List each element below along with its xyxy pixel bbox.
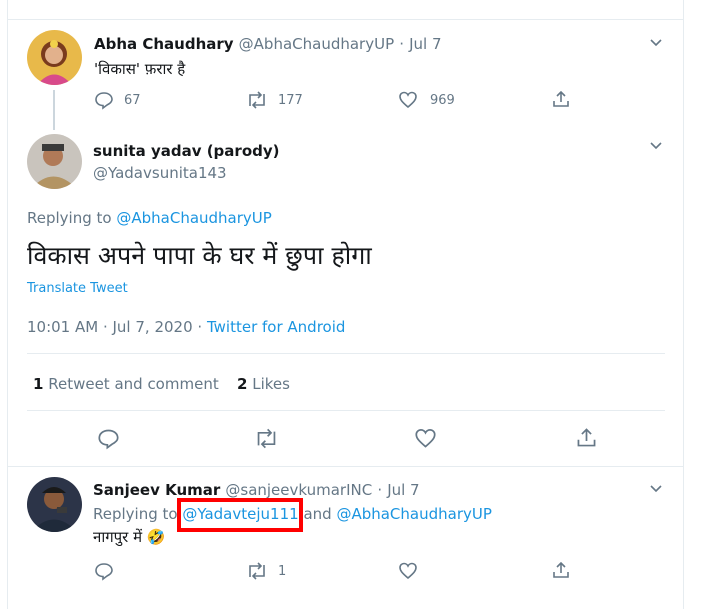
- stats-top-divider: [27, 353, 665, 354]
- retweet-icon[interactable]: [254, 427, 279, 450]
- retweet-stat[interactable]: 1 Retweet and comment: [33, 374, 219, 394]
- reply-date[interactable]: Jul 7: [387, 481, 419, 499]
- retweet-icon[interactable]: [246, 561, 268, 581]
- translate-tweet-link[interactable]: Translate Tweet: [27, 280, 128, 298]
- retweet-stat-count: 1: [33, 375, 44, 393]
- avatar-sunita[interactable]: [27, 134, 82, 189]
- reply-author-name[interactable]: Sanjeev Kumar: [93, 481, 220, 499]
- main-tweet-text: विकास अपने पापा के घर में छुपा होगा: [27, 241, 372, 270]
- reply-replying-to-label: Replying to: [93, 505, 178, 523]
- chevron-down-icon[interactable]: [648, 481, 664, 497]
- replying-to-label: Replying to: [27, 209, 112, 227]
- tweet1-text: 'विकास' फ़रार है: [94, 60, 186, 78]
- meta-sep: ·: [197, 318, 203, 336]
- tweet1-sep: ·: [399, 35, 404, 53]
- main-author-name[interactable]: sunita yadav (parody): [93, 140, 280, 162]
- chevron-down-icon[interactable]: [648, 138, 664, 154]
- tweet1-header: Abha Chaudhary @AbhaChaudharyUP · Jul 7: [94, 33, 442, 55]
- retweet-icon[interactable]: [246, 90, 268, 110]
- tweet1-author-handle[interactable]: @AbhaChaudharyUP: [239, 35, 394, 53]
- chevron-down-icon[interactable]: [648, 35, 664, 51]
- source-link[interactable]: Twitter for Android: [207, 318, 345, 336]
- tweet1-date[interactable]: Jul 7: [409, 35, 441, 53]
- avatar-sanjeev[interactable]: [27, 477, 82, 532]
- avatar-abha[interactable]: [27, 30, 82, 85]
- main-replying-to: Replying to @AbhaChaudharyUP: [27, 207, 272, 229]
- like-stat-count: 2: [237, 375, 248, 393]
- replying-to-handle[interactable]: @AbhaChaudharyUP: [116, 209, 271, 227]
- tweet1-reply-count: 67: [124, 93, 141, 108]
- share-icon[interactable]: [551, 89, 571, 109]
- share-icon[interactable]: [551, 560, 571, 580]
- tweet1-retweet-count: 177: [278, 93, 303, 108]
- reply-icon[interactable]: [94, 561, 114, 581]
- share-icon[interactable]: [575, 426, 598, 449]
- reply-retweet-count: 1: [278, 564, 287, 579]
- like-stat[interactable]: 2 Likes: [237, 374, 290, 394]
- main-tweet-meta: 10:01 AM · Jul 7, 2020 · Twitter for And…: [27, 316, 345, 338]
- main-author-handle[interactable]: @Yadavsunita143: [93, 162, 227, 184]
- reply-icon[interactable]: [94, 90, 114, 110]
- reply-text: नागपुर में 🤣: [93, 528, 166, 546]
- reply-author-handle[interactable]: @sanjeevkumarINC: [225, 481, 372, 499]
- retweet-stat-label: Retweet and comment: [48, 375, 219, 393]
- heart-icon[interactable]: [414, 427, 437, 450]
- reply-mention-abha[interactable]: @AbhaChaudharyUP: [336, 505, 491, 523]
- stats-bottom-divider: [27, 410, 665, 411]
- reply-sep: ·: [377, 481, 383, 499]
- reply-and-label: and: [303, 505, 332, 523]
- thread-line: [53, 90, 55, 130]
- heart-icon[interactable]: [398, 561, 418, 581]
- tweet1-author-name[interactable]: Abha Chaudhary: [94, 35, 234, 53]
- tweet1-like-count: 969: [430, 93, 455, 108]
- like-stat-label: Likes: [252, 375, 290, 393]
- highlight-box: [177, 498, 303, 532]
- top-divider: [8, 19, 684, 20]
- reply-icon[interactable]: [97, 427, 120, 450]
- heart-icon[interactable]: [398, 90, 418, 110]
- reply-divider: [8, 466, 684, 467]
- main-timestamp[interactable]: 10:01 AM · Jul 7, 2020: [27, 318, 193, 336]
